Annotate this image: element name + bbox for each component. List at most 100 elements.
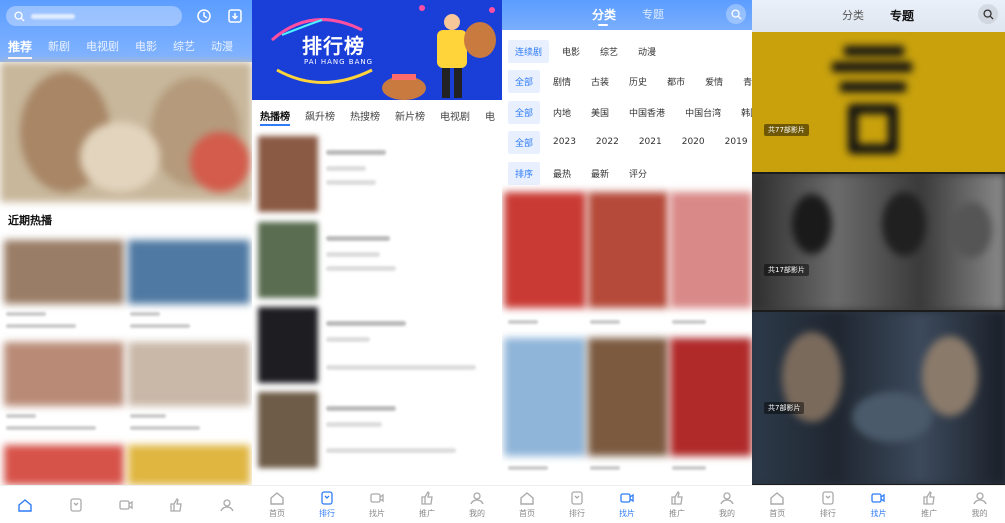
movie-title [590,466,620,470]
tab-promote[interactable]: 推广 [652,486,702,523]
filter-chip[interactable]: 最新 [584,162,616,185]
tab-home[interactable]: 首页 [752,486,803,523]
search-input[interactable] [6,6,182,26]
category-tab[interactable]: 电影 [135,34,157,59]
tab-home[interactable]: 首页 [502,486,552,523]
tab-ranking[interactable]: 排行 [302,486,352,523]
segment-topic[interactable]: 专题 [890,7,914,24]
category-tab[interactable]: 综艺 [173,34,195,59]
filter-chip[interactable]: 美国 [584,101,616,124]
movie-poster[interactable] [588,338,668,456]
filter-chip[interactable]: 2020 [675,132,712,152]
ranking-tab[interactable]: 电视剧 [440,104,470,126]
topic-card[interactable]: 共77部影片 [752,32,1005,172]
filter-chip[interactable]: 连续剧 [508,39,550,63]
filter-chip[interactable]: 中国台湾 [678,101,728,124]
ranking-tab[interactable]: 新片榜 [395,104,425,126]
filter-chip[interactable]: 青春 [736,70,752,93]
video-thumbnail[interactable] [4,240,124,304]
tab-find[interactable] [101,486,151,523]
banner-title: 排行榜 [302,34,365,58]
filter-chip[interactable]: 剧情 [546,70,578,93]
movie-poster[interactable] [504,338,586,456]
segment-category[interactable]: 分类 [592,6,616,23]
category-tab[interactable]: 动漫 [211,34,233,59]
ranking-icon [571,491,583,505]
filter-chip[interactable]: 韩国 [734,101,752,124]
tab-home[interactable] [0,486,50,523]
tab-promote[interactable] [151,486,201,523]
ranking-tab[interactable]: 热搜榜 [350,104,380,126]
video-thumbnail[interactable] [4,445,124,485]
search-button[interactable] [726,4,746,24]
filter-chip[interactable]: 综艺 [593,40,625,63]
filter-chip[interactable]: 爱情 [698,70,730,93]
filter-chip[interactable]: 2019 [718,132,752,152]
ranking-meta [326,266,396,271]
filter-chip[interactable]: 全部 [508,69,541,93]
filter-chip[interactable]: 评分 [622,162,654,185]
movie-poster[interactable] [670,192,752,308]
tab-label: 推广 [921,509,938,518]
filter-chip[interactable]: 都市 [660,70,692,93]
tab-ranking[interactable] [50,486,100,523]
hero-banner[interactable] [0,62,252,202]
filter-chip[interactable]: 历史 [622,70,654,93]
ranking-item[interactable] [252,390,502,474]
tab-mine[interactable]: 我的 [452,486,502,523]
home-screen: 推荐 新剧 电视剧 电影 综艺 动漫 近期热播 [0,0,252,523]
user-icon [973,492,987,505]
video-thumbnail[interactable] [4,342,124,406]
filter-chip[interactable]: 全部 [508,130,541,154]
tab-mine[interactable] [202,486,252,523]
tab-find[interactable]: 找片 [853,486,904,523]
video-thumbnail[interactable] [128,342,250,406]
topic-card[interactable]: 共7部影片 [752,312,1005,484]
filter-chip[interactable]: 电影 [555,40,587,63]
tab-mine[interactable]: 我的 [702,486,752,523]
tab-find[interactable]: 找片 [352,486,402,523]
video-thumbnail[interactable] [128,445,250,485]
filter-chip[interactable]: 内地 [546,101,578,124]
ranking-tab[interactable]: 飙升榜 [305,104,335,126]
filter-chip[interactable]: 全部 [508,100,541,124]
download-icon[interactable] [227,8,243,24]
filter-chip[interactable]: 2021 [632,132,669,152]
video-subtitle [130,426,200,430]
filter-row-genre: 全部 剧情 古装 历史 都市 爱情 青春 [502,68,752,94]
category-tab[interactable]: 推荐 [8,34,33,59]
tab-label: 我的 [719,509,735,518]
ranking-item[interactable] [252,134,502,218]
filter-row-region: 全部 内地 美国 中国香港 中国台湾 韩国 [502,99,752,125]
tab-ranking[interactable]: 排行 [552,486,602,523]
movie-poster[interactable] [670,338,752,456]
tab-promote[interactable]: 推广 [402,486,452,523]
filter-chip[interactable]: 排序 [508,161,541,185]
ranking-tab[interactable]: 电 [485,104,495,126]
filter-chip[interactable]: 2022 [589,132,626,152]
ranking-item[interactable] [252,220,502,304]
video-thumbnail[interactable] [128,240,250,304]
filter-chip[interactable]: 动漫 [631,40,663,63]
filter-chip[interactable]: 最热 [546,162,578,185]
tab-mine[interactable]: 我的 [954,486,1005,523]
search-button[interactable] [978,4,998,24]
history-icon[interactable] [196,8,212,24]
ranking-item[interactable] [252,305,502,389]
tab-promote[interactable]: 推广 [904,486,955,523]
filter-chip[interactable]: 古装 [584,70,616,93]
movie-poster[interactable] [588,192,668,308]
segment-category[interactable]: 分类 [842,7,864,23]
tab-home[interactable]: 首页 [252,486,302,523]
segment-topic[interactable]: 专题 [642,6,664,22]
ranking-tab[interactable]: 热播榜 [260,104,290,126]
topic-card[interactable]: 共17部影片 [752,174,1005,310]
bottom-tab-bar: 首页 排行 找片 推广 我的 [252,485,502,523]
category-tab[interactable]: 新剧 [48,34,70,59]
category-tab[interactable]: 电视剧 [86,34,119,59]
filter-chip[interactable]: 中国香港 [622,101,672,124]
filter-chip[interactable]: 2023 [546,132,583,152]
tab-ranking[interactable]: 排行 [803,486,854,523]
movie-poster[interactable] [504,192,586,308]
tab-find[interactable]: 找片 [602,486,652,523]
